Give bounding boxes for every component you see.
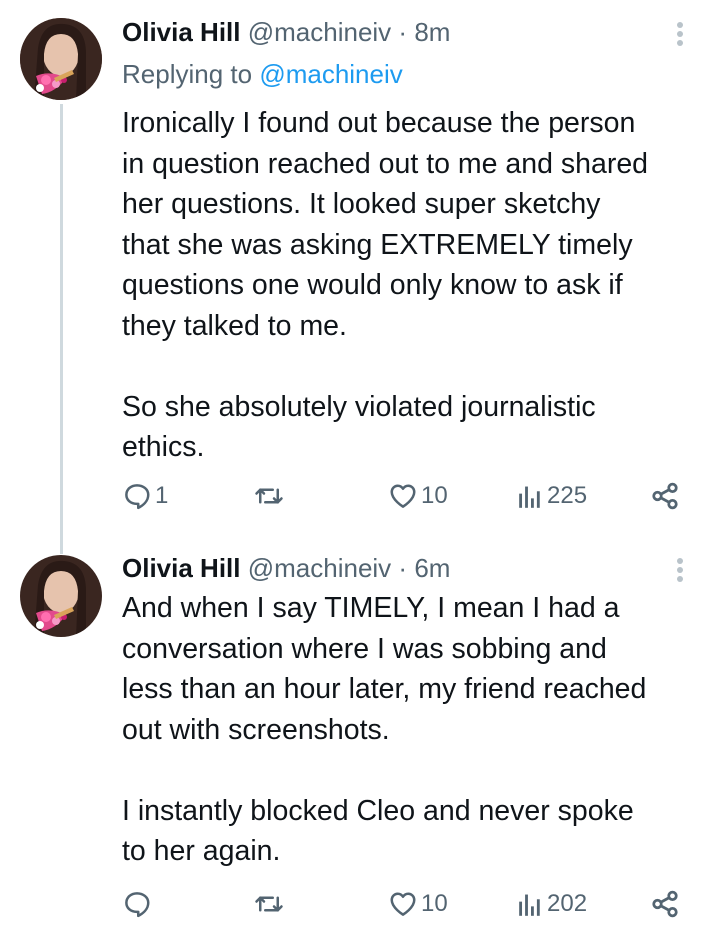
comment-bubble-icon [125,484,150,510]
bar-chart-icon [519,894,540,916]
tweet-header: Olivia Hill @machineiv · 8m [122,14,450,50]
retweet-icon [255,896,283,912]
author-handle[interactable]: @machineiv [248,17,391,47]
tweet-header: Olivia Hill @machineiv · 6m [122,550,450,586]
author-handle[interactable]: @machineiv [248,553,391,583]
reply-button[interactable]: 1 [122,476,168,516]
timestamp[interactable]: 8m [414,17,450,47]
bar-chart-icon [519,486,540,508]
vertical-ellipsis-icon[interactable] [668,552,692,588]
avatar[interactable] [20,18,102,100]
views-button[interactable]: 202 [518,884,587,924]
like-count: 10 [421,890,448,917]
vertical-ellipsis-icon[interactable] [668,16,692,52]
author-name[interactable]: Olivia Hill [122,17,241,47]
action-bar: 1 10 225 [122,476,686,516]
author-name[interactable]: Olivia Hill [122,553,241,583]
reply-button[interactable] [122,884,155,924]
replying-to-label: Replying to [122,59,260,89]
tweet-text: Ironically I found out because the perso… [122,107,649,463]
retweet-button[interactable] [253,476,285,516]
view-count: 202 [547,890,588,917]
tweet-2[interactable]: Olivia Hill @machineiv · 6m And when I s… [0,540,716,937]
like-count: 10 [421,482,448,509]
retweet-button[interactable] [253,884,285,924]
separator-dot: · [398,17,408,47]
share-nodes-icon [652,482,678,510]
like-button[interactable]: 10 [388,884,448,924]
like-button[interactable]: 10 [388,476,448,516]
tweet-1[interactable]: Olivia Hill @machineiv · 8m Replying to … [0,0,716,554]
view-count: 225 [547,482,588,509]
share-button[interactable] [650,476,680,516]
share-nodes-icon [652,890,678,918]
comment-bubble-icon [125,892,150,918]
views-button[interactable]: 225 [518,476,587,516]
reply-count: 1 [155,482,169,509]
separator-dot: · [398,553,408,583]
replying-to: Replying to @machineiv [122,56,403,92]
thread-connector-line [60,104,63,554]
retweet-icon [255,488,283,504]
heart-icon [390,892,416,916]
tweet-text: And when I say TIMELY, I mean I had a co… [122,592,647,867]
share-button[interactable] [650,884,680,924]
heart-icon [390,484,416,508]
replying-to-mention[interactable]: @machineiv [259,59,402,89]
avatar[interactable] [20,555,102,637]
action-bar: 10 202 [122,884,686,924]
timestamp[interactable]: 6m [414,553,450,583]
